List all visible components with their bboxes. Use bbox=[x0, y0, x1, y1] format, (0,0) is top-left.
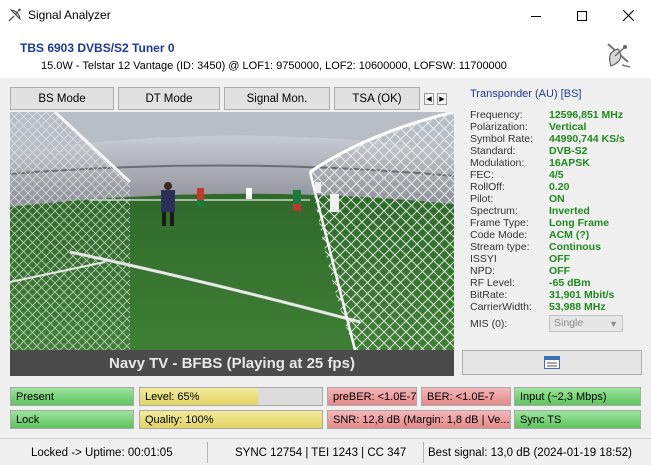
maximize-button[interactable] bbox=[559, 0, 605, 31]
field-label: Pilot: bbox=[470, 193, 494, 205]
field-label: Frame Type: bbox=[470, 217, 529, 229]
chevron-down-icon: ▼ bbox=[609, 319, 618, 329]
field-value: OFF bbox=[549, 253, 570, 265]
signal-mon-label: Signal Mon. bbox=[246, 92, 308, 105]
satellite-dish-icon bbox=[607, 43, 631, 68]
field-value: 16APSK bbox=[549, 157, 590, 169]
video-caption: Navy TV - BFBS (Playing at 25 fps) bbox=[10, 350, 454, 376]
field-value: 0.20 bbox=[549, 181, 570, 193]
level-label: Level: 65% bbox=[145, 391, 200, 403]
maximize-icon bbox=[577, 10, 587, 21]
tuner-header: TBS 6903 DVBS/S2 Tuner 0 15.0W - Telstar… bbox=[0, 31, 651, 78]
preber-indicator: preBER: <1.0E-7 bbox=[327, 387, 417, 406]
field-label: Standard: bbox=[470, 145, 516, 157]
bs-mode-button[interactable]: BS Mode bbox=[10, 87, 114, 110]
status-separator bbox=[207, 442, 208, 463]
satellite-info: 15.0W - Telstar 12 Vantage (ID: 3450) @ … bbox=[41, 60, 507, 72]
mis-selected-value: Single bbox=[554, 317, 584, 329]
close-button[interactable] bbox=[605, 0, 651, 31]
tabs-scroll-left-arrow-icon[interactable]: ◀ bbox=[424, 93, 434, 105]
field-value: ACM (?) bbox=[549, 229, 590, 241]
input-label: Input (~2,3 Mbps) bbox=[520, 391, 607, 403]
field-label: Code Mode: bbox=[470, 229, 528, 241]
field-label: ISSYI bbox=[470, 253, 497, 265]
present-indicator: Present bbox=[10, 387, 134, 406]
tsa-label: TSA (OK) bbox=[352, 92, 402, 105]
quality-label: Quality: 100% bbox=[145, 414, 214, 426]
field-label: FEC: bbox=[470, 169, 494, 181]
preber-label: preBER: <1.0E-7 bbox=[333, 391, 417, 403]
minimize-button[interactable] bbox=[513, 0, 559, 31]
field-value: Vertical bbox=[549, 121, 587, 133]
field-label: BitRate: bbox=[470, 289, 508, 301]
field-value: 12596,851 MHz bbox=[549, 109, 624, 121]
mis-select[interactable]: Single ▼ bbox=[549, 315, 623, 332]
snr-label: SNR: 12,8 dB (Margin: 1,8 dB | Ve... bbox=[333, 414, 510, 426]
status-bar: Locked -> Uptime: 00:01:05 SYNC 12754 | … bbox=[0, 438, 651, 465]
bs-mode-label: BS Mode bbox=[38, 92, 86, 105]
field-label: Spectrum: bbox=[470, 205, 518, 217]
field-label: RF Level: bbox=[470, 277, 515, 289]
field-value: 31,901 Mbit/s bbox=[549, 289, 615, 301]
field-value: Inverted bbox=[549, 205, 590, 217]
field-label: RollOff: bbox=[470, 181, 505, 193]
mis-label: MIS (0): bbox=[470, 318, 508, 330]
field-value: 44990,744 KS/s bbox=[549, 133, 625, 145]
lock-label: Lock bbox=[16, 414, 40, 426]
window-list-icon bbox=[544, 356, 560, 369]
satellite-dish-app-icon bbox=[8, 8, 21, 22]
field-label: Polarization: bbox=[470, 121, 528, 133]
present-label: Present bbox=[16, 391, 54, 403]
field-value: ON bbox=[549, 193, 565, 205]
field-value: OFF bbox=[549, 265, 570, 277]
quality-bar: Quality: 100% bbox=[139, 410, 323, 429]
dt-mode-button[interactable]: DT Mode bbox=[118, 87, 220, 110]
lock-indicator: Lock bbox=[10, 410, 134, 429]
tuner-name: TBS 6903 DVBS/S2 Tuner 0 bbox=[20, 41, 175, 55]
ber-label: BER: <1.0E-7 bbox=[427, 391, 495, 403]
field-label: NPD: bbox=[470, 265, 496, 277]
snr-indicator: SNR: 12,8 dB (Margin: 1,8 dB | Ve... bbox=[327, 410, 511, 429]
video-frame bbox=[10, 112, 454, 350]
dt-mode-label: DT Mode bbox=[145, 92, 193, 105]
field-label: Symbol Rate: bbox=[470, 133, 534, 145]
title-bar: Signal Analyzer bbox=[0, 0, 651, 31]
best-signal-status: Best signal: 13,0 dB (2024-01-19 18:52) bbox=[428, 446, 632, 459]
close-icon bbox=[622, 10, 634, 21]
window-title: Signal Analyzer bbox=[28, 8, 111, 22]
input-indicator: Input (~2,3 Mbps) bbox=[514, 387, 641, 406]
uptime-status: Locked -> Uptime: 00:01:05 bbox=[31, 446, 173, 459]
level-bar: Level: 65% bbox=[139, 387, 323, 406]
sync-indicator: Sync TS bbox=[514, 410, 641, 429]
field-value: 4/5 bbox=[549, 169, 564, 181]
field-label: CarrierWidth: bbox=[470, 301, 532, 313]
field-value: Long Frame bbox=[549, 217, 610, 229]
minimize-icon bbox=[531, 15, 541, 17]
field-value: DVB-S2 bbox=[549, 145, 588, 157]
signal-mon-button[interactable]: Signal Mon. bbox=[224, 87, 330, 110]
ber-indicator: BER: <1.0E-7 bbox=[421, 387, 511, 406]
tabs-scroll-right-arrow-icon[interactable]: ▶ bbox=[437, 93, 447, 105]
field-label: Stream type: bbox=[470, 241, 530, 253]
tsa-button[interactable]: TSA (OK) bbox=[334, 87, 420, 110]
panel-action-button[interactable] bbox=[462, 350, 642, 375]
field-label: Modulation: bbox=[470, 157, 525, 169]
field-label: Frequency: bbox=[470, 109, 523, 121]
video-preview[interactable]: Navy TV - BFBS (Playing at 25 fps) bbox=[10, 112, 454, 376]
field-value: Continous bbox=[549, 241, 601, 253]
counters-status: SYNC 12754 | TEI 1243 | CC 347 bbox=[235, 446, 407, 459]
status-separator bbox=[423, 442, 424, 463]
field-value: -65 dBm bbox=[549, 277, 591, 289]
transponder-title: Transponder (AU) [BS] bbox=[470, 88, 582, 100]
field-value: 53,988 MHz bbox=[549, 301, 606, 313]
sync-label: Sync TS bbox=[520, 414, 562, 426]
